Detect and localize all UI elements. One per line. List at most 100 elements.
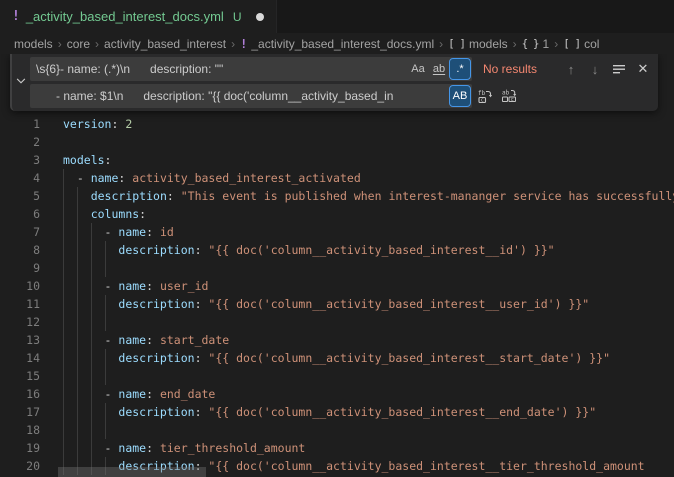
indent-guide	[63, 421, 64, 439]
code-line[interactable]: 8 description: "{{ doc('column__activity…	[0, 241, 674, 259]
breadcrumb-label: col	[584, 37, 599, 51]
whole-word-toggle[interactable]: ab	[429, 59, 449, 79]
previous-match-button[interactable]: ↑	[560, 58, 582, 80]
indent-guide	[63, 277, 64, 295]
line-number: 19	[0, 439, 40, 457]
code-line[interactable]: 11 description: "{{ doc('column__activit…	[0, 295, 674, 313]
tab-activity-docs[interactable]: ! _activity_based_interest_docs.yml U	[0, 0, 277, 33]
replace-input[interactable]: - name: $1\n description: "{{ doc('colum…	[30, 84, 472, 108]
indent-guide	[63, 439, 64, 457]
indent-guide	[105, 421, 106, 439]
replace-icon: fb c	[477, 88, 493, 104]
line-number: 7	[0, 223, 40, 241]
chevron-down-icon	[15, 74, 27, 92]
indent-guide	[77, 439, 78, 457]
code-line[interactable]: 5 description: "This event is published …	[0, 187, 674, 205]
match-case-toggle[interactable]: Aa	[408, 59, 428, 79]
code-line[interactable]: 19 - name: tier_threshold_amount	[0, 439, 674, 457]
indent-guide	[77, 331, 78, 349]
breadcrumb-separator: ›	[58, 37, 62, 51]
code-line[interactable]: 18	[0, 421, 674, 439]
code-line[interactable]: 1version: 2	[0, 115, 674, 133]
indent-guide	[91, 313, 92, 331]
breadcrumb-item[interactable]: !_activity_based_interest_docs.yml	[240, 37, 434, 51]
indent-guide	[63, 313, 64, 331]
code-area[interactable]: 1version: 223models:4 - name: activity_b…	[0, 115, 674, 475]
breadcrumb-item[interactable]: models	[14, 37, 53, 51]
line-number: 12	[0, 313, 40, 331]
breadcrumb-label: 1	[543, 37, 550, 51]
code-line[interactable]: 2	[0, 133, 674, 151]
code-line[interactable]: 10 - name: user_id	[0, 277, 674, 295]
indent-guide	[105, 367, 106, 385]
breadcrumb-item[interactable]: { } 1	[522, 37, 550, 51]
line-number: 11	[0, 295, 40, 313]
find-replace-widget: \s{6}- name: (.*)\n description: "" Aa a…	[10, 54, 658, 111]
indent-guide	[91, 349, 92, 367]
breadcrumb-item[interactable]: activity_based_interest	[104, 37, 226, 51]
svg-text:c: c	[511, 97, 514, 103]
line-number: 14	[0, 349, 40, 367]
regex-toggle[interactable]: .*	[450, 59, 470, 79]
code-line[interactable]: 13 - name: start_date	[0, 331, 674, 349]
code-line[interactable]: 6 columns:	[0, 205, 674, 223]
indent-guide	[63, 295, 64, 313]
indent-guide	[63, 241, 64, 259]
indent-guide	[77, 205, 78, 223]
code-line[interactable]: 15	[0, 367, 674, 385]
code-line[interactable]: 14 description: "{{ doc('column__activit…	[0, 349, 674, 367]
svg-text:fb: fb	[478, 90, 486, 97]
indent-guide	[63, 349, 64, 367]
line-number: 2	[0, 133, 40, 151]
breadcrumb-item[interactable]: [ ]col	[563, 37, 599, 51]
indent-guide	[77, 403, 78, 421]
code-line[interactable]: 17 description: "{{ doc('column__activit…	[0, 403, 674, 421]
line-number: 18	[0, 421, 40, 439]
replace-all-icon: ab c	[501, 88, 517, 104]
breadcrumb-item[interactable]: core	[67, 37, 90, 51]
close-find-button[interactable]: ✕	[632, 58, 654, 80]
indent-guide	[63, 187, 64, 205]
code-line[interactable]: 12	[0, 313, 674, 331]
breadcrumb-separator: ›	[439, 37, 443, 51]
horizontal-scrollbar[interactable]	[58, 467, 206, 477]
line-number: 20	[0, 457, 40, 475]
code-line[interactable]: 3models:	[0, 151, 674, 169]
indent-guide	[91, 331, 92, 349]
indent-guide	[91, 223, 92, 241]
indent-guide	[105, 241, 106, 259]
code-line[interactable]: 4 - name: activity_based_interest_activa…	[0, 169, 674, 187]
preserve-case-toggle[interactable]: AB	[450, 86, 470, 106]
indent-guide	[77, 259, 78, 277]
indent-guide	[91, 367, 92, 385]
selection-lines-icon	[612, 62, 626, 76]
indent-guide	[63, 205, 64, 223]
object-symbol-icon: { }	[522, 37, 539, 50]
code-line[interactable]: 9	[0, 259, 674, 277]
line-number: 4	[0, 169, 40, 187]
indent-guide	[91, 277, 92, 295]
svg-text:c: c	[481, 98, 484, 104]
line-number: 17	[0, 403, 40, 421]
breadcrumb-label: models	[14, 37, 53, 51]
editor-pane[interactable]: \s{6}- name: (.*)\n description: "" Aa a…	[0, 54, 674, 477]
modified-dot-icon[interactable]	[256, 13, 264, 21]
code-line[interactable]: 16 - name: end_date	[0, 385, 674, 403]
find-in-selection-button[interactable]	[608, 58, 630, 80]
indent-guide	[77, 277, 78, 295]
line-number: 6	[0, 205, 40, 223]
replace-button[interactable]: fb c	[474, 85, 496, 107]
find-input[interactable]: \s{6}- name: (.*)\n description: "" Aa a…	[30, 57, 472, 81]
toggle-replace-button[interactable]	[12, 57, 30, 108]
line-number: 8	[0, 241, 40, 259]
breadcrumb-item[interactable]: [ ]models	[448, 37, 508, 51]
indent-guide	[77, 385, 78, 403]
indent-guide	[63, 223, 64, 241]
next-match-button[interactable]: ↓	[584, 58, 606, 80]
find-status: No results	[483, 62, 537, 76]
indent-guide	[77, 223, 78, 241]
svg-text:ab: ab	[502, 90, 510, 97]
breadcrumb-label: core	[67, 37, 90, 51]
replace-all-button[interactable]: ab c	[498, 85, 520, 107]
code-line[interactable]: 7 - name: id	[0, 223, 674, 241]
